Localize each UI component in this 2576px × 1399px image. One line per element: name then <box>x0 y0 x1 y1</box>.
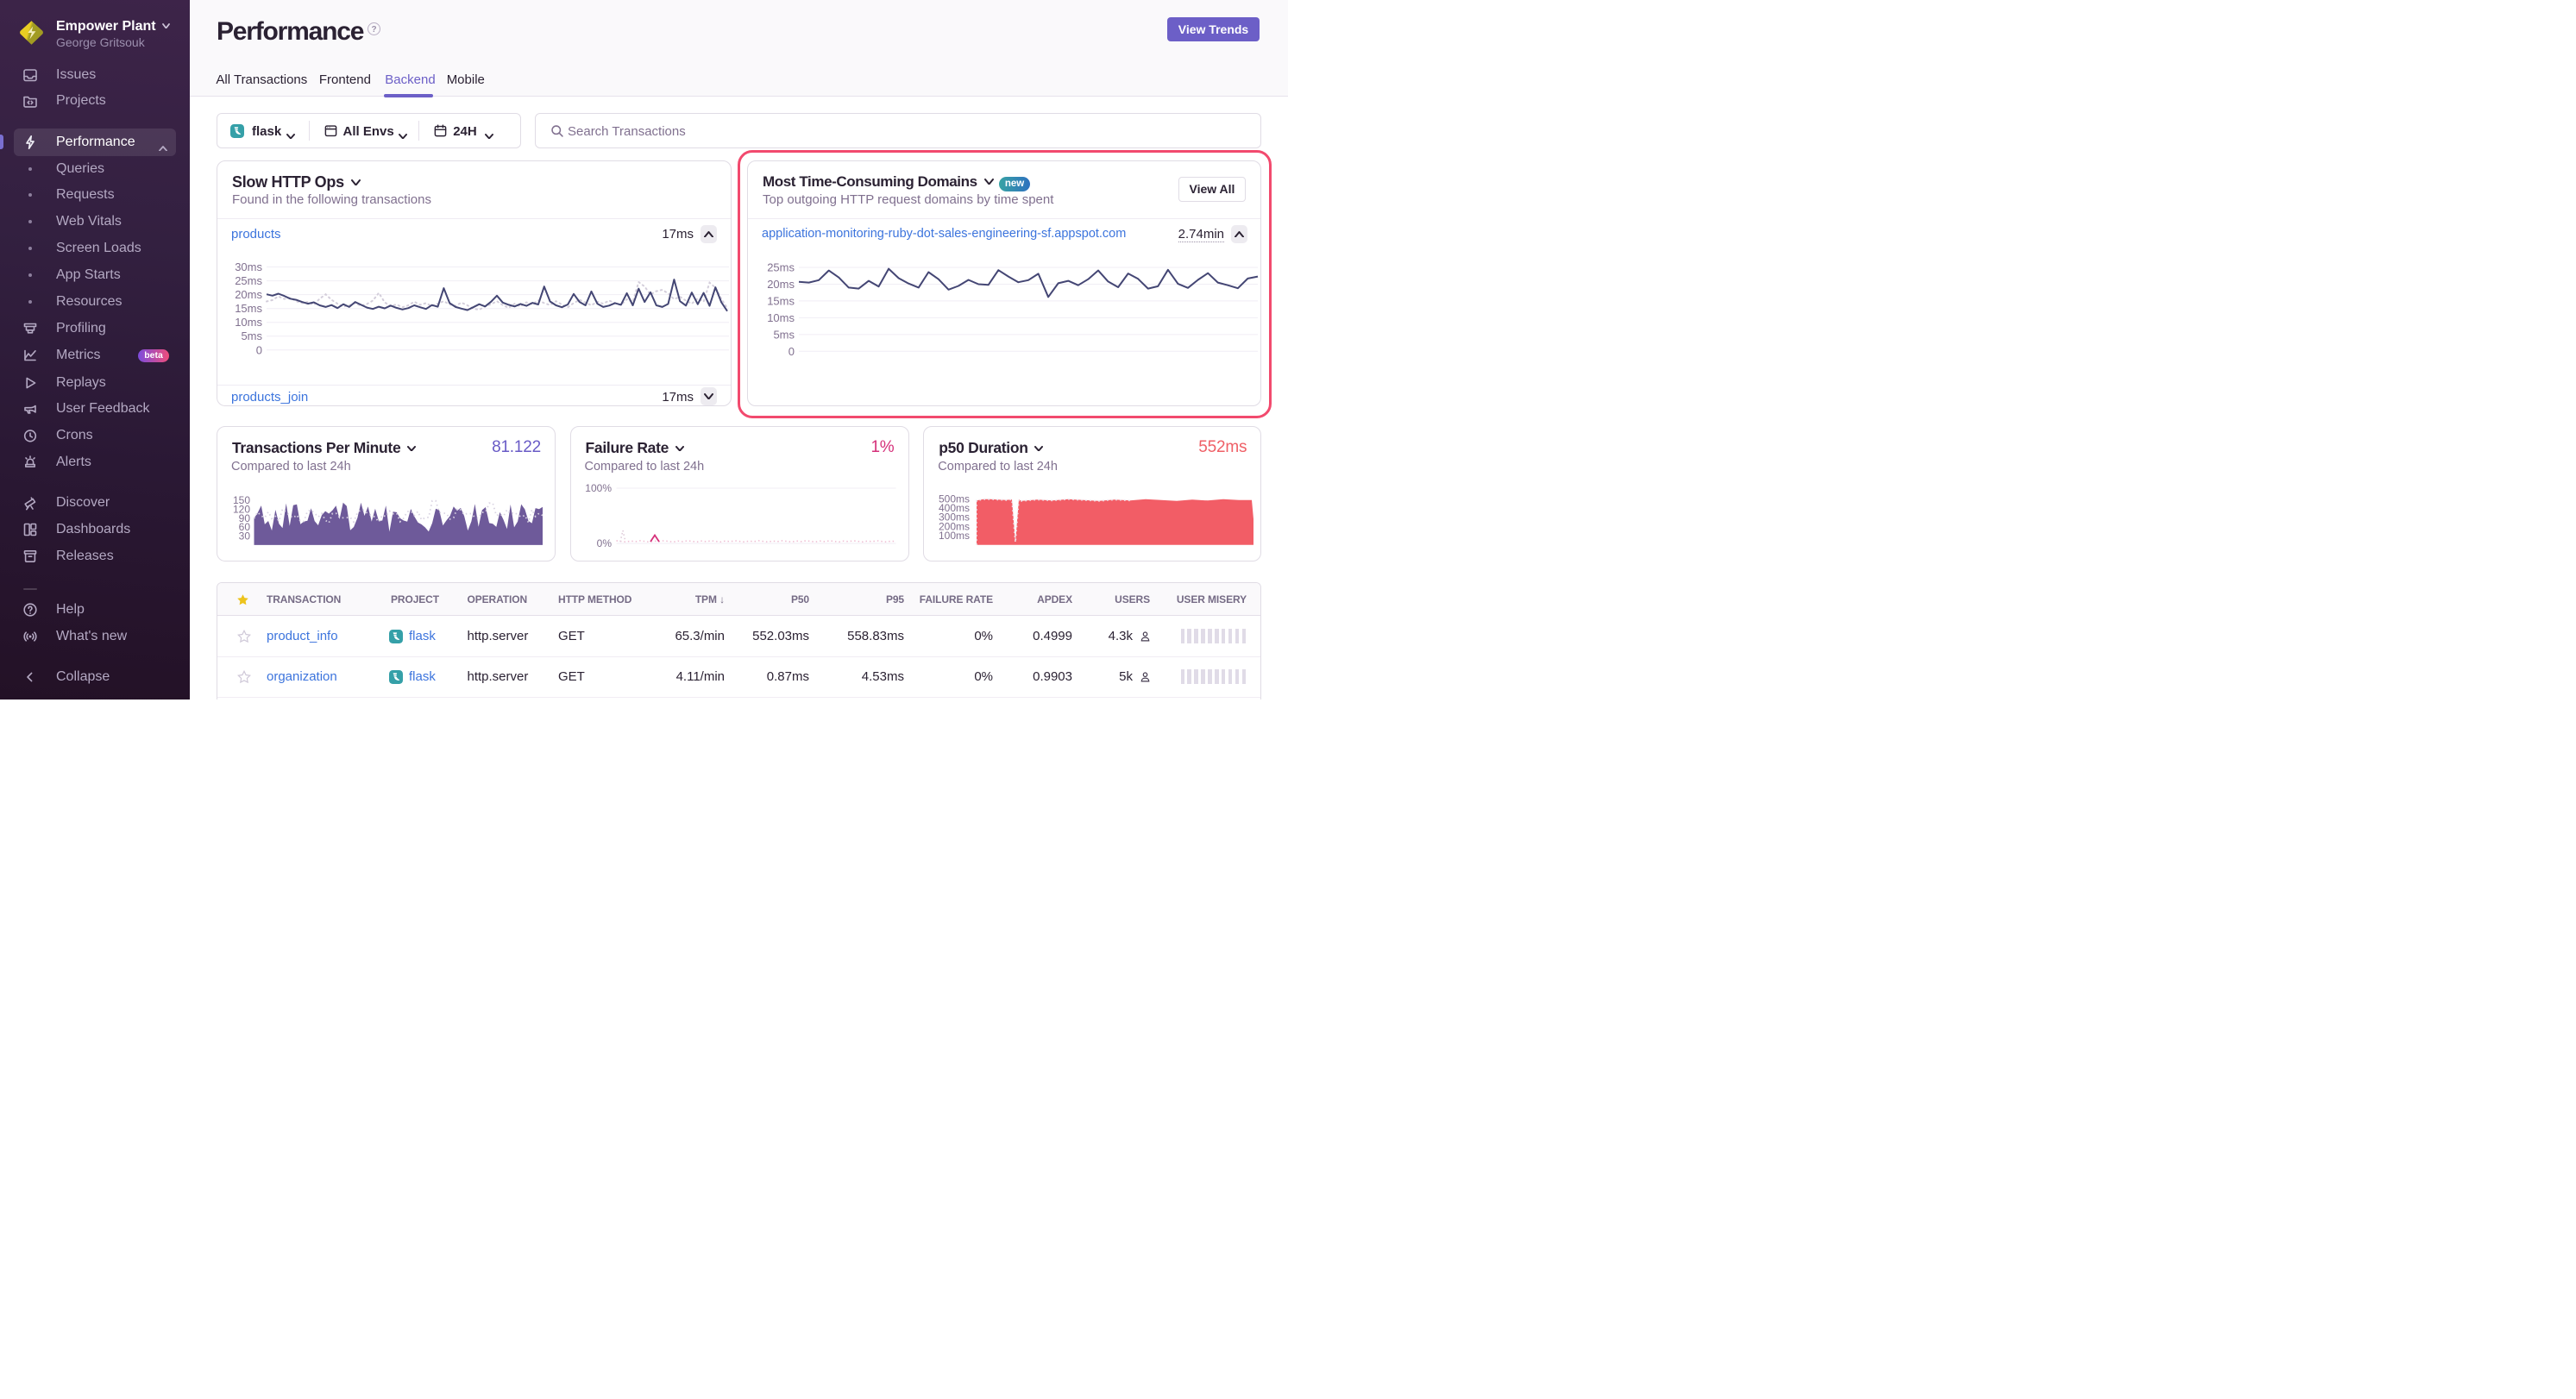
svg-text:0%: 0% <box>596 537 612 549</box>
svg-text:20ms: 20ms <box>235 288 262 301</box>
svg-text:0: 0 <box>256 343 262 356</box>
svg-text:10ms: 10ms <box>235 316 262 329</box>
svg-text:100ms: 100ms <box>939 530 970 542</box>
svg-text:30: 30 <box>239 530 251 543</box>
svg-text:20ms: 20ms <box>767 278 795 291</box>
svg-text:15ms: 15ms <box>767 294 795 307</box>
svg-text:30ms: 30ms <box>235 260 262 273</box>
svg-text:100%: 100% <box>585 482 612 494</box>
svg-text:25ms: 25ms <box>767 260 795 273</box>
svg-text:15ms: 15ms <box>235 302 262 315</box>
svg-text:5ms: 5ms <box>241 329 262 342</box>
svg-text:0: 0 <box>789 344 795 357</box>
svg-text:10ms: 10ms <box>767 311 795 323</box>
svg-text:5ms: 5ms <box>773 328 795 341</box>
svg-text:25ms: 25ms <box>235 274 262 287</box>
